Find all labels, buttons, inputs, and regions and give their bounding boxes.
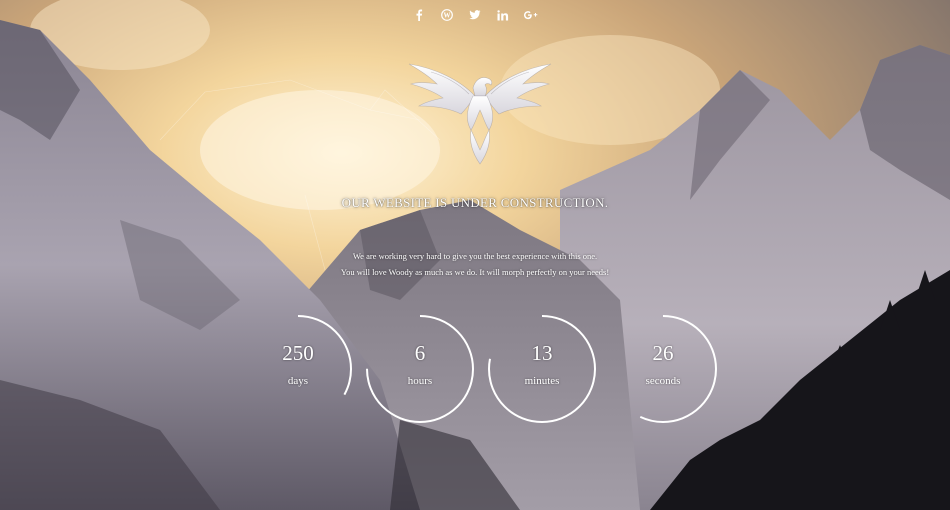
phoenix-logo: [408, 63, 552, 165]
countdown-value: 250: [282, 341, 314, 365]
google-plus-icon[interactable]: [517, 6, 545, 24]
countdown-hours: 6 hours: [364, 313, 476, 425]
linkedin-icon[interactable]: [489, 6, 517, 24]
progress-ring: [609, 315, 717, 423]
page-headline: OUR WEBSITE IS UNDER CONSTRUCTION.: [341, 195, 609, 210]
wordpress-icon[interactable]: W: [433, 6, 461, 24]
countdown-value: 6: [414, 341, 426, 365]
social-links: W: [0, 6, 950, 24]
progress-ring: [244, 315, 352, 423]
twitter-icon[interactable]: [461, 6, 489, 24]
countdown-seconds: 26 seconds: [607, 313, 719, 425]
countdown-days: 250 days: [242, 313, 354, 425]
countdown-unit: hours: [407, 375, 433, 387]
countdown-minutes: 13 minutes: [486, 313, 598, 425]
lead-text-line-2: You will love Woody as much as we do. It…: [340, 267, 610, 277]
countdown-unit: seconds: [645, 375, 681, 387]
countdown-unit: days: [287, 375, 309, 387]
countdown-value: 13: [531, 341, 553, 365]
countdown-unit: minutes: [524, 375, 560, 387]
progress-ring: [488, 315, 596, 423]
lead-text-line-1: We are working very hard to give you the…: [352, 251, 598, 261]
svg-text:W: W: [444, 11, 451, 19]
progress-ring: [366, 315, 474, 423]
countdown-value: 26: [652, 341, 674, 365]
facebook-icon[interactable]: [405, 6, 433, 24]
